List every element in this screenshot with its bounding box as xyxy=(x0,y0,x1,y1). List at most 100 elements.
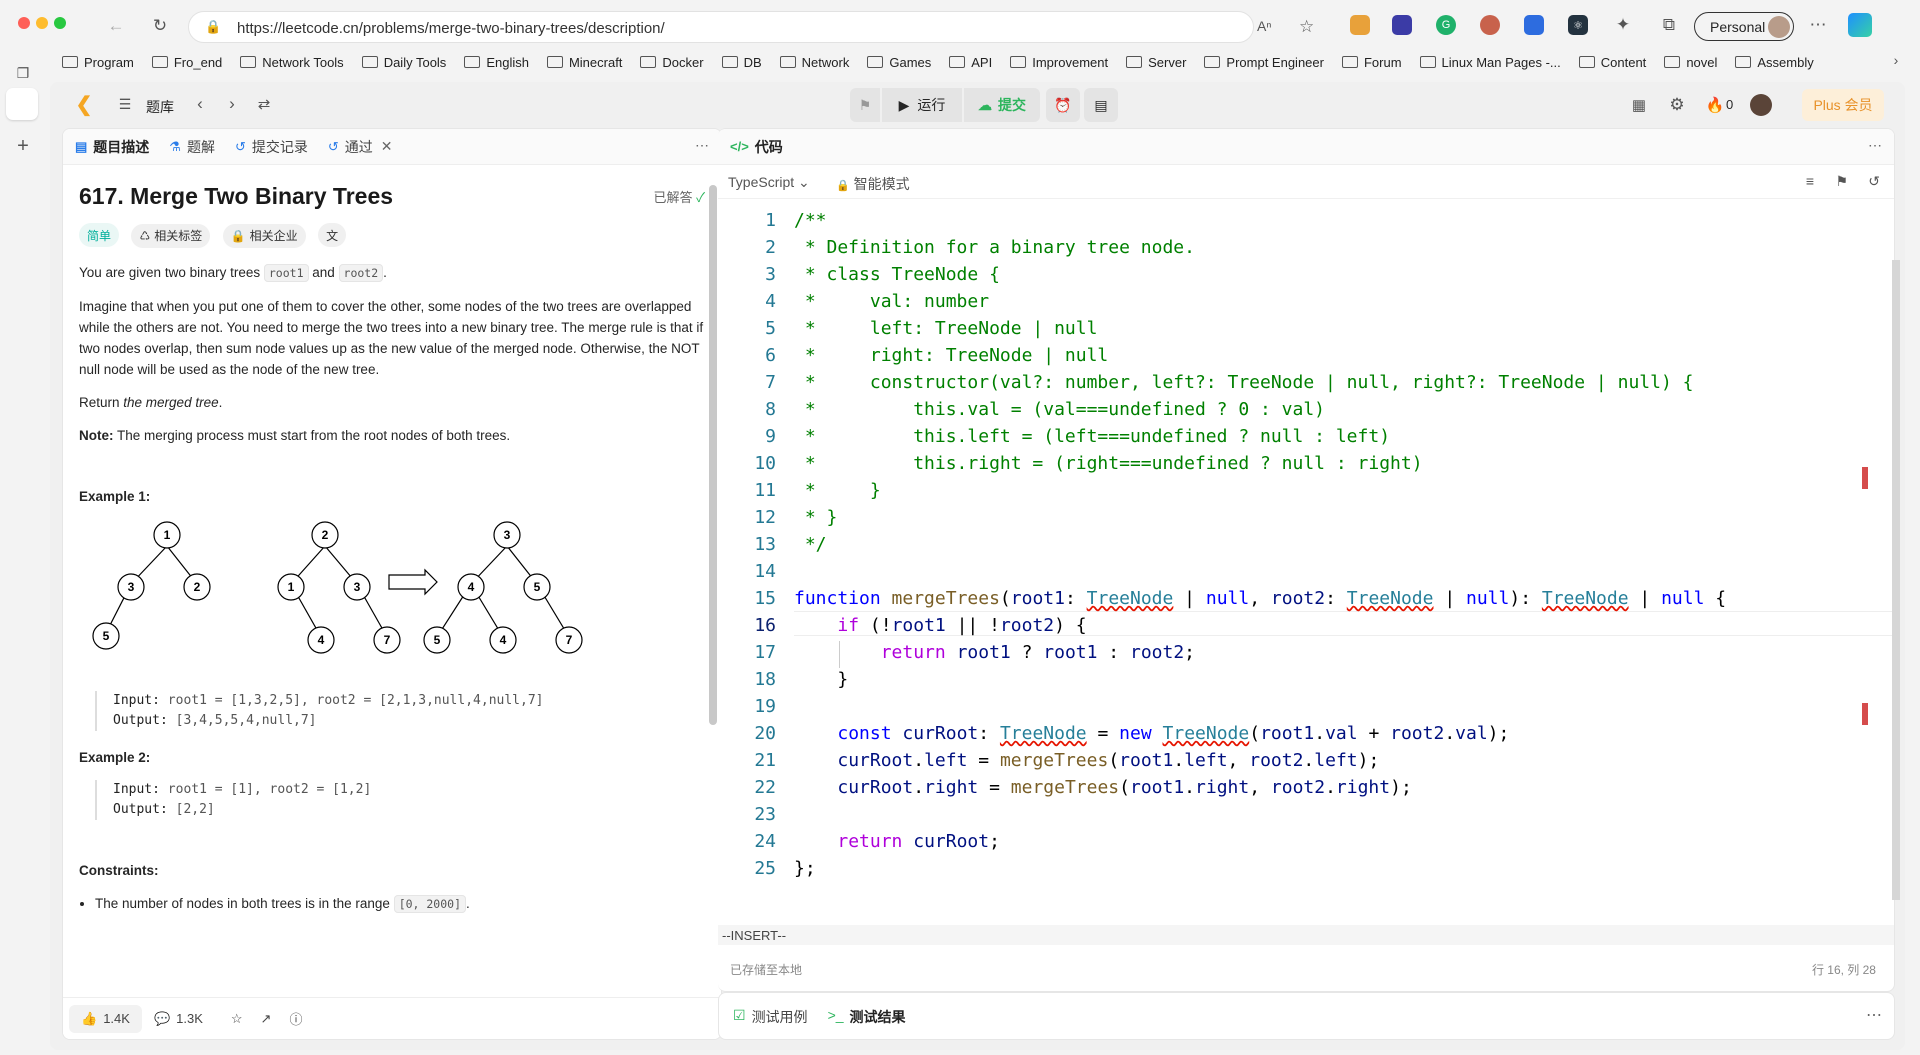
extension-5-icon[interactable] xyxy=(1524,15,1544,35)
bookmark-item[interactable]: Docker xyxy=(640,52,704,72)
bookmark-item[interactable]: Network xyxy=(779,52,849,72)
code-line[interactable]: * this.right = (right===undefined ? null… xyxy=(794,453,1423,474)
code-line[interactable]: */ xyxy=(794,534,827,555)
bookmark-item[interactable]: Linux Man Pages -... xyxy=(1419,52,1561,72)
bookmark-item[interactable]: Assembly xyxy=(1735,52,1814,72)
read-aloud-icon[interactable]: Aⁿ xyxy=(1257,18,1271,34)
new-tab-icon[interactable]: + xyxy=(13,135,33,157)
plus-member-button[interactable]: Plus 会员 xyxy=(1802,89,1884,121)
next-problem-icon[interactable]: › xyxy=(222,94,242,114)
timer-button[interactable]: ⏰ xyxy=(1046,88,1080,122)
fire-icon[interactable]: 🔥 xyxy=(1706,94,1725,116)
smart-mode-toggle[interactable]: 🔒 智能模式 xyxy=(836,174,910,194)
code-line[interactable]: /** xyxy=(794,210,827,231)
minimize-window-button[interactable] xyxy=(36,17,48,29)
code-line[interactable]: if (!root1 || !root2) { xyxy=(794,615,1086,636)
favorite-star-icon[interactable]: ☆ xyxy=(1299,17,1314,37)
code-line[interactable]: } xyxy=(794,669,848,690)
code-line[interactable]: * this.val = (val===undefined ? 0 : val) xyxy=(794,399,1325,420)
code-line[interactable]: return curRoot; xyxy=(794,831,1000,852)
test-panel-more-icon[interactable]: ⋯ xyxy=(1866,1005,1882,1025)
code-line[interactable]: curRoot.right = mergeTrees(root1.right, … xyxy=(794,777,1411,798)
notes-button[interactable]: ▤ xyxy=(1084,88,1118,122)
tab-submissions[interactable]: ↺ 提交记录 xyxy=(235,137,308,157)
grammarly-icon[interactable]: G xyxy=(1436,15,1456,35)
extension-1-icon[interactable] xyxy=(1350,15,1370,35)
bookmark-item[interactable]: Program xyxy=(62,52,134,72)
code-line[interactable]: * } xyxy=(794,507,838,528)
profile-button[interactable]: Personal xyxy=(1694,12,1794,41)
bookmark-item[interactable]: novel xyxy=(1664,52,1717,72)
extensions-puzzle-icon[interactable]: ✦ xyxy=(1612,14,1634,36)
bookmark-item[interactable]: DB xyxy=(721,52,762,72)
more-icon[interactable]: ⋯ xyxy=(1806,14,1830,36)
code-line[interactable]: const curRoot: TreeNode = new TreeNode(r… xyxy=(794,723,1509,744)
panel-more-icon[interactable]: ⋯ xyxy=(695,137,709,154)
code-line[interactable]: return root1 ? root1 : root2; xyxy=(794,642,1195,663)
layout-icon[interactable]: ▦ xyxy=(1628,94,1650,116)
share-icon[interactable]: ↗ xyxy=(261,1011,272,1027)
related-companies-button[interactable]: 🔒 相关企业 xyxy=(222,223,306,248)
react-devtools-icon[interactable]: ⚛ xyxy=(1568,15,1588,35)
list-icon[interactable]: ☰ xyxy=(116,94,134,114)
bookmark-item[interactable]: Improvement xyxy=(1010,52,1108,72)
bookmark-item[interactable]: Server xyxy=(1126,52,1186,72)
close-window-button[interactable] xyxy=(18,17,30,29)
code-line[interactable]: }; xyxy=(794,858,816,879)
code-tab[interactable]: </> 代码 xyxy=(730,137,783,157)
bookmark-item[interactable]: Network Tools xyxy=(240,52,344,72)
bookmark-item[interactable]: Daily Tools xyxy=(361,52,446,72)
submit-button[interactable]: ☁ 提交 xyxy=(964,88,1040,122)
code-line[interactable]: curRoot.left = mergeTrees(root1.left, ro… xyxy=(794,750,1379,771)
copilot-icon[interactable] xyxy=(1848,13,1872,37)
star-icon[interactable]: ☆ xyxy=(231,1011,243,1027)
bookmark-item[interactable]: Minecraft xyxy=(546,52,622,72)
maximize-window-button[interactable] xyxy=(54,17,66,29)
bookmark-item[interactable]: Prompt Engineer xyxy=(1204,52,1324,72)
bookmark-item[interactable]: English xyxy=(464,52,529,72)
code-line[interactable]: * this.left = (left===undefined ? null :… xyxy=(794,426,1390,447)
code-line[interactable]: function mergeTrees(root1: TreeNode | nu… xyxy=(794,588,1726,609)
debug-button[interactable]: ⚑ xyxy=(850,88,880,122)
problem-title[interactable]: 617. Merge Two Binary Trees xyxy=(79,183,393,210)
code-line[interactable]: * right: TreeNode | null xyxy=(794,345,1108,366)
related-tags-button[interactable]: ♺ 相关标签 xyxy=(131,223,211,248)
code-line[interactable]: * val: number xyxy=(794,291,989,312)
language-select[interactable]: TypeScript ⌄ xyxy=(728,174,810,191)
code-panel-more-icon[interactable]: ⋯ xyxy=(1868,137,1882,154)
code-line[interactable]: * left: TreeNode | null xyxy=(794,318,1098,339)
close-tab-icon[interactable]: ✕ xyxy=(381,138,393,155)
back-icon[interactable]: ← xyxy=(104,14,128,38)
settings-gear-icon[interactable]: ⚙ xyxy=(1666,94,1688,116)
reset-icon[interactable]: ↺ xyxy=(1868,173,1880,190)
leetcode-tab[interactable] xyxy=(6,88,38,120)
random-problem-icon[interactable]: ⇄ xyxy=(254,94,274,114)
extension-4-icon[interactable] xyxy=(1480,15,1500,35)
tab-description[interactable]: ▤ 题目描述 xyxy=(75,137,149,157)
comments-button[interactable]: 💬 1.3K xyxy=(154,1011,203,1027)
bookmarks-overflow-icon[interactable]: › xyxy=(1888,50,1904,70)
extension-2-icon[interactable] xyxy=(1392,15,1412,35)
bookmark-item[interactable]: Games xyxy=(867,52,931,72)
code-line[interactable]: * constructor(val?: number, left?: TreeN… xyxy=(794,372,1694,393)
problem-library-link[interactable]: 题库 xyxy=(146,97,174,117)
collections-icon[interactable]: ⧉ xyxy=(1658,14,1680,36)
like-button[interactable]: 👍 1.4K xyxy=(69,1004,142,1033)
user-avatar[interactable] xyxy=(1750,94,1772,116)
code-scrollbar[interactable] xyxy=(1892,260,1900,900)
help-icon[interactable]: ⓘ xyxy=(289,1009,302,1028)
code-line[interactable]: * class TreeNode { xyxy=(794,264,1000,285)
tab-actions-icon[interactable]: ❐ xyxy=(13,63,33,83)
tab-solutions[interactable]: ⚗ 题解 xyxy=(169,137,215,157)
translate-button[interactable]: 文 xyxy=(318,223,347,247)
code-line[interactable]: * } xyxy=(794,480,881,501)
bookmark-item[interactable]: API xyxy=(949,52,992,72)
tab-accepted[interactable]: ↺ 通过 ✕ xyxy=(328,137,393,157)
bookmark-item[interactable]: Forum xyxy=(1341,52,1402,72)
address-bar[interactable]: 🔒 https://leetcode.cn/problems/merge-two… xyxy=(188,11,1314,43)
tab-testcase[interactable]: 测试用例 xyxy=(752,1007,808,1027)
bookmark-icon[interactable]: ⚑ xyxy=(1835,173,1848,190)
code-line[interactable]: * Definition for a binary tree node. xyxy=(794,237,1195,258)
format-icon[interactable]: ≡ xyxy=(1806,173,1814,189)
bookmark-item[interactable]: Fro_end xyxy=(151,52,222,72)
